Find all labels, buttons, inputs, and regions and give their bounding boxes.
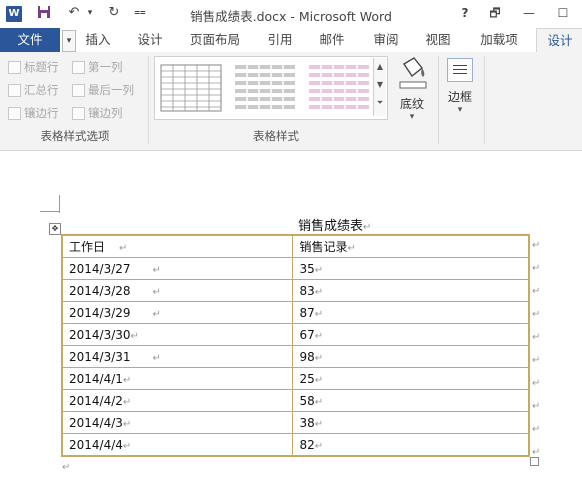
- last-column-label: 最后一列: [88, 83, 134, 97]
- first-column-checkbox[interactable]: [72, 61, 85, 74]
- ribbon: 标题行 第一列 汇总行 最后一列 镶边行 镶边列 表格样式选项 ▲ ▼ ⏷ 表格…: [0, 52, 582, 151]
- table-cell[interactable]: 2014/3/30↵: [61, 323, 294, 346]
- shading-label: 底纹: [399, 97, 424, 111]
- title-bar: W ↶ ▾ ↻ ⩵ 销售成绩表.docx - Microsoft Word ? …: [0, 0, 582, 28]
- end-of-row-mark: ↵: [532, 401, 541, 412]
- last-column-checkbox[interactable]: [72, 84, 85, 97]
- sales-table: 工作日 ↵ 销售记录↵ 2014/3/27 ↵ 35↵ 2014/3/28 ↵ 83↵…: [61, 234, 530, 457]
- table-row: 2014/3/29 ↵ 87↵: [61, 301, 530, 324]
- table-cell[interactable]: 2014/4/4↵: [61, 433, 294, 457]
- tab-file[interactable]: 文件: [0, 28, 60, 52]
- group-divider: [148, 56, 149, 144]
- table-cell[interactable]: 2014/3/27 ↵: [61, 257, 294, 280]
- header-row-label: 标题行: [24, 60, 59, 74]
- table-row: 2014/3/30↵ 67↵: [61, 323, 530, 346]
- table-cell[interactable]: 82↵: [292, 433, 530, 457]
- table-style-plain: [160, 64, 222, 112]
- group-divider: [438, 56, 439, 144]
- tab-insert[interactable]: 插入: [84, 28, 112, 52]
- chevron-up-icon[interactable]: ▲: [374, 58, 386, 76]
- ribbon-tabs: 文件 ▾ 插入 设计 页面布局 引用 邮件 审阅 视图 加载项 设计: [0, 28, 582, 53]
- shading-button[interactable]: 底纹 ▾: [392, 56, 432, 126]
- table-move-handle-icon[interactable]: ✥: [49, 223, 61, 235]
- total-row-label: 汇总行: [24, 83, 59, 97]
- tab-table-design[interactable]: 设计: [536, 28, 582, 53]
- end-of-row-mark: ↵: [532, 424, 541, 435]
- banded-columns-label: 镶边列: [88, 106, 123, 120]
- tab-review[interactable]: 审阅: [372, 28, 400, 52]
- table-cell[interactable]: 2014/3/28 ↵: [61, 279, 294, 302]
- table-cell[interactable]: 2014/3/31 ↵: [61, 345, 294, 368]
- header-row-checkbox[interactable]: [8, 61, 21, 74]
- table-row: 2014/3/31 ↵ 98↵: [61, 345, 530, 368]
- end-of-row-mark: ↵: [532, 240, 541, 251]
- table-cell[interactable]: 2014/4/1↵: [61, 367, 294, 390]
- tab-addins[interactable]: 加载项: [478, 28, 520, 52]
- style-options-group-label: 表格样式选项: [40, 129, 110, 143]
- borders-button[interactable]: 边框 ▾: [442, 56, 478, 126]
- banded-rows-checkbox[interactable]: [8, 107, 21, 120]
- table-resize-handle[interactable]: [530, 457, 539, 466]
- table-styles-group-label: 表格样式: [253, 129, 299, 143]
- end-of-row-mark: ↵: [532, 378, 541, 389]
- restore-button[interactable]: ☐: [554, 5, 572, 21]
- end-of-row-mark: ↵: [532, 263, 541, 274]
- table-cell[interactable]: 38↵: [292, 411, 530, 434]
- table-cell[interactable]: 67↵: [292, 323, 530, 346]
- chevron-down-icon[interactable]: ▼: [374, 76, 386, 94]
- tab-design[interactable]: 设计: [136, 28, 164, 52]
- shading-dropdown-icon[interactable]: ▾: [392, 112, 432, 122]
- margin-marker: [40, 211, 60, 212]
- table-cell[interactable]: 35↵: [292, 257, 530, 280]
- tab-mailings[interactable]: 邮件: [318, 28, 346, 52]
- table-cell[interactable]: 98↵: [292, 345, 530, 368]
- borders-label: 边框: [447, 90, 472, 104]
- gallery-more-icon[interactable]: ⏷: [374, 94, 386, 112]
- banded-columns-checkbox[interactable]: [72, 107, 85, 120]
- paint-bucket-icon: [399, 57, 427, 89]
- table-cell[interactable]: 2014/4/2↵: [61, 389, 294, 412]
- table-row: 2014/3/28 ↵ 83↵: [61, 279, 530, 302]
- table-row: 2014/4/4↵ 82↵: [61, 433, 530, 457]
- banded-rows-label: 镶边行: [24, 106, 59, 120]
- table-cell[interactable]: 83↵: [292, 279, 530, 302]
- total-row-checkbox[interactable]: [8, 84, 21, 97]
- group-divider: [484, 56, 485, 144]
- help-button[interactable]: ?: [456, 5, 474, 21]
- table-cell[interactable]: 58↵: [292, 389, 530, 412]
- table-cell[interactable]: 25↵: [292, 367, 530, 390]
- gallery-scrollbar[interactable]: ▲ ▼ ⏷: [373, 58, 386, 116]
- table-title: 销售成绩表↵: [298, 219, 372, 234]
- paragraph-mark: ↵: [62, 462, 71, 473]
- table-header-cell[interactable]: 销售记录↵: [292, 234, 530, 258]
- tab-references[interactable]: 引用: [266, 28, 294, 52]
- table-row: 2014/3/27 ↵ 35↵: [61, 257, 530, 280]
- table-row: 2014/4/2↵ 58↵: [61, 389, 530, 412]
- tab-page-layout[interactable]: 页面布局: [188, 28, 242, 52]
- borders-icon: [447, 58, 473, 82]
- minimize-button[interactable]: —: [520, 5, 538, 21]
- end-of-row-mark: ↵: [532, 286, 541, 297]
- end-of-row-mark: ↵: [532, 332, 541, 343]
- table-styles-gallery: [154, 56, 388, 120]
- table-cell[interactable]: 87↵: [292, 301, 530, 324]
- ribbon-display-options-icon[interactable]: 🗗: [486, 5, 504, 21]
- table-row: 2014/4/1↵ 25↵: [61, 367, 530, 390]
- table-header-cell[interactable]: 工作日 ↵: [61, 234, 294, 258]
- chevron-down-icon[interactable]: ▾: [62, 30, 76, 52]
- borders-dropdown-icon[interactable]: ▾: [442, 105, 478, 115]
- table-cell[interactable]: 2014/4/3↵: [61, 411, 294, 434]
- end-of-row-mark: ↵: [532, 355, 541, 366]
- table-header-row: 工作日 ↵ 销售记录↵: [61, 234, 530, 258]
- table-cell[interactable]: 2014/3/29 ↵: [61, 301, 294, 324]
- end-of-row-mark: ↵: [532, 309, 541, 320]
- table-row: 2014/4/3↵ 38↵: [61, 411, 530, 434]
- first-column-label: 第一列: [88, 60, 123, 74]
- tab-view[interactable]: 视图: [424, 28, 452, 52]
